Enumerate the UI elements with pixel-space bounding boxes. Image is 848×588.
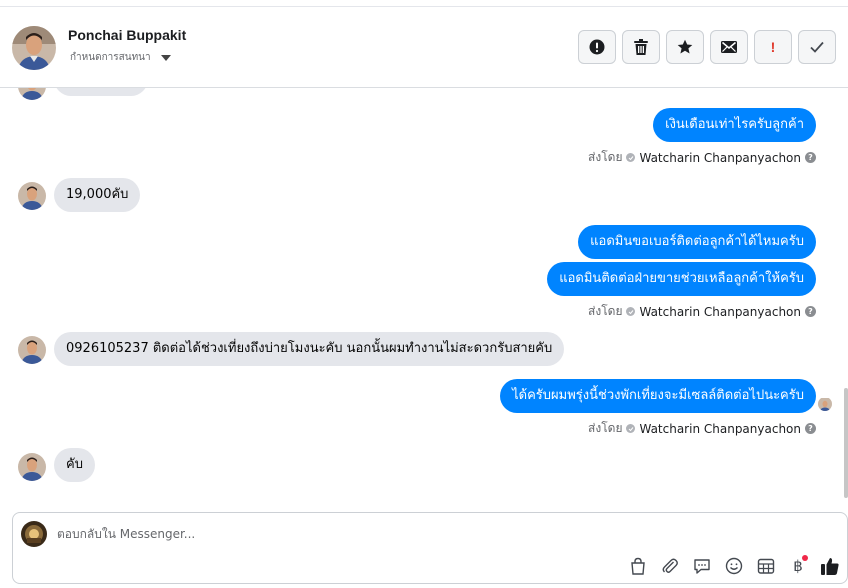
sender-name: Watcharin Chanpanyachon — [639, 150, 801, 165]
chevron-down-icon — [160, 54, 171, 61]
sent-by-line: ส่งโดย Watcharin Chanpanyachon ? — [588, 419, 816, 438]
payment-button[interactable]: ฿ — [787, 555, 809, 577]
sent-by-line: ส่งโดย Watcharin Chanpanyachon ? — [588, 302, 816, 321]
sent-by-line: ส่งโดย Watcharin Chanpanyachon ? — [588, 148, 816, 167]
star-button[interactable] — [666, 30, 704, 64]
sent-by-prefix: ส่งโดย — [588, 421, 623, 435]
seen-receipt-avatar — [818, 397, 832, 411]
incoming-message-bubble: 0926105237 ติดต่อได้ช่วงเที่ยงถึงบ่ายโมง… — [54, 332, 565, 366]
notification-dot — [802, 555, 808, 561]
incoming-message-bubble: คับ — [54, 448, 95, 482]
page-avatar — [21, 521, 47, 547]
smiley-icon — [725, 557, 743, 575]
incoming-message-bubble — [54, 88, 148, 96]
sender-name: Watcharin Chanpanyachon — [639, 421, 801, 436]
reply-input[interactable] — [57, 523, 657, 545]
follow-up-button[interactable]: ! — [754, 30, 792, 64]
alert-circle-icon — [589, 39, 605, 55]
sent-by-prefix: ส่งโดย — [588, 304, 623, 318]
shopping-bag-icon — [631, 557, 645, 575]
help-icon[interactable]: ? — [805, 306, 816, 317]
incoming-message-bubble: 19,000คับ — [54, 178, 141, 212]
shopping-bag-button[interactable] — [627, 555, 649, 577]
outgoing-message-bubble: เงินเดือนเท่าไรครับลูกค้า — [653, 108, 816, 142]
outgoing-message-bubble: แอดมินติดต่อฝ่ายขายช่วยเหลือลูกค้าให้ครั… — [547, 262, 816, 296]
message-thread[interactable]: เงินเดือนเท่าไรครับลูกค้า ส่งโดย Watchar… — [0, 88, 848, 508]
verified-icon — [626, 307, 636, 316]
baht-icon: ฿ — [793, 557, 803, 575]
scrollbar[interactable] — [844, 388, 848, 498]
contact-avatar-small — [18, 453, 46, 481]
top-divider — [0, 6, 848, 7]
chat-bubble-icon — [694, 559, 710, 574]
spam-button[interactable] — [578, 30, 616, 64]
assign-conversation-dropdown[interactable]: กำหนดการสนทนา — [70, 50, 171, 65]
check-icon — [810, 41, 824, 53]
thumbs-up-icon — [821, 558, 839, 575]
exclamation-icon: ! — [770, 39, 776, 55]
mark-unread-button[interactable] — [710, 30, 748, 64]
star-icon — [677, 39, 693, 54]
conversation-header: Ponchai Buppakit กำหนดการสนทนา ! — [0, 0, 848, 88]
trash-icon — [634, 39, 648, 55]
composer-toolbar: ฿ — [627, 555, 841, 577]
paperclip-icon — [662, 558, 678, 573]
emoji-button[interactable] — [723, 555, 745, 577]
contact-avatar-small — [18, 88, 46, 100]
assign-label: กำหนดการสนทนา — [70, 52, 151, 63]
saved-replies-button[interactable] — [691, 555, 713, 577]
conversation-toolbar: ! — [578, 30, 836, 64]
attachment-button[interactable] — [659, 555, 681, 577]
outgoing-message-bubble: ได้ครับผมพรุ่งนี้ช่วงพักเที่ยงจะมีเซลล์ต… — [500, 379, 816, 413]
calendar-grid-icon — [757, 558, 775, 574]
contact-avatar-small — [18, 336, 46, 364]
reply-composer: ฿ — [12, 512, 848, 584]
outgoing-message-bubble: แอดมินขอเบอร์ติดต่อลูกค้าได้ไหมครับ — [578, 225, 816, 259]
help-icon[interactable]: ? — [805, 152, 816, 163]
verified-icon — [626, 424, 636, 433]
sender-name: Watcharin Chanpanyachon — [639, 304, 801, 319]
contact-avatar[interactable] — [12, 26, 56, 70]
sent-by-prefix: ส่งโดย — [588, 150, 623, 164]
contact-name[interactable]: Ponchai Buppakit — [68, 27, 186, 43]
done-button[interactable] — [798, 30, 836, 64]
like-button[interactable] — [819, 555, 841, 577]
appointment-button[interactable] — [755, 555, 777, 577]
envelope-icon — [721, 41, 737, 53]
contact-avatar-small — [18, 182, 46, 210]
help-icon[interactable]: ? — [805, 423, 816, 434]
verified-icon — [626, 153, 636, 162]
delete-button[interactable] — [622, 30, 660, 64]
